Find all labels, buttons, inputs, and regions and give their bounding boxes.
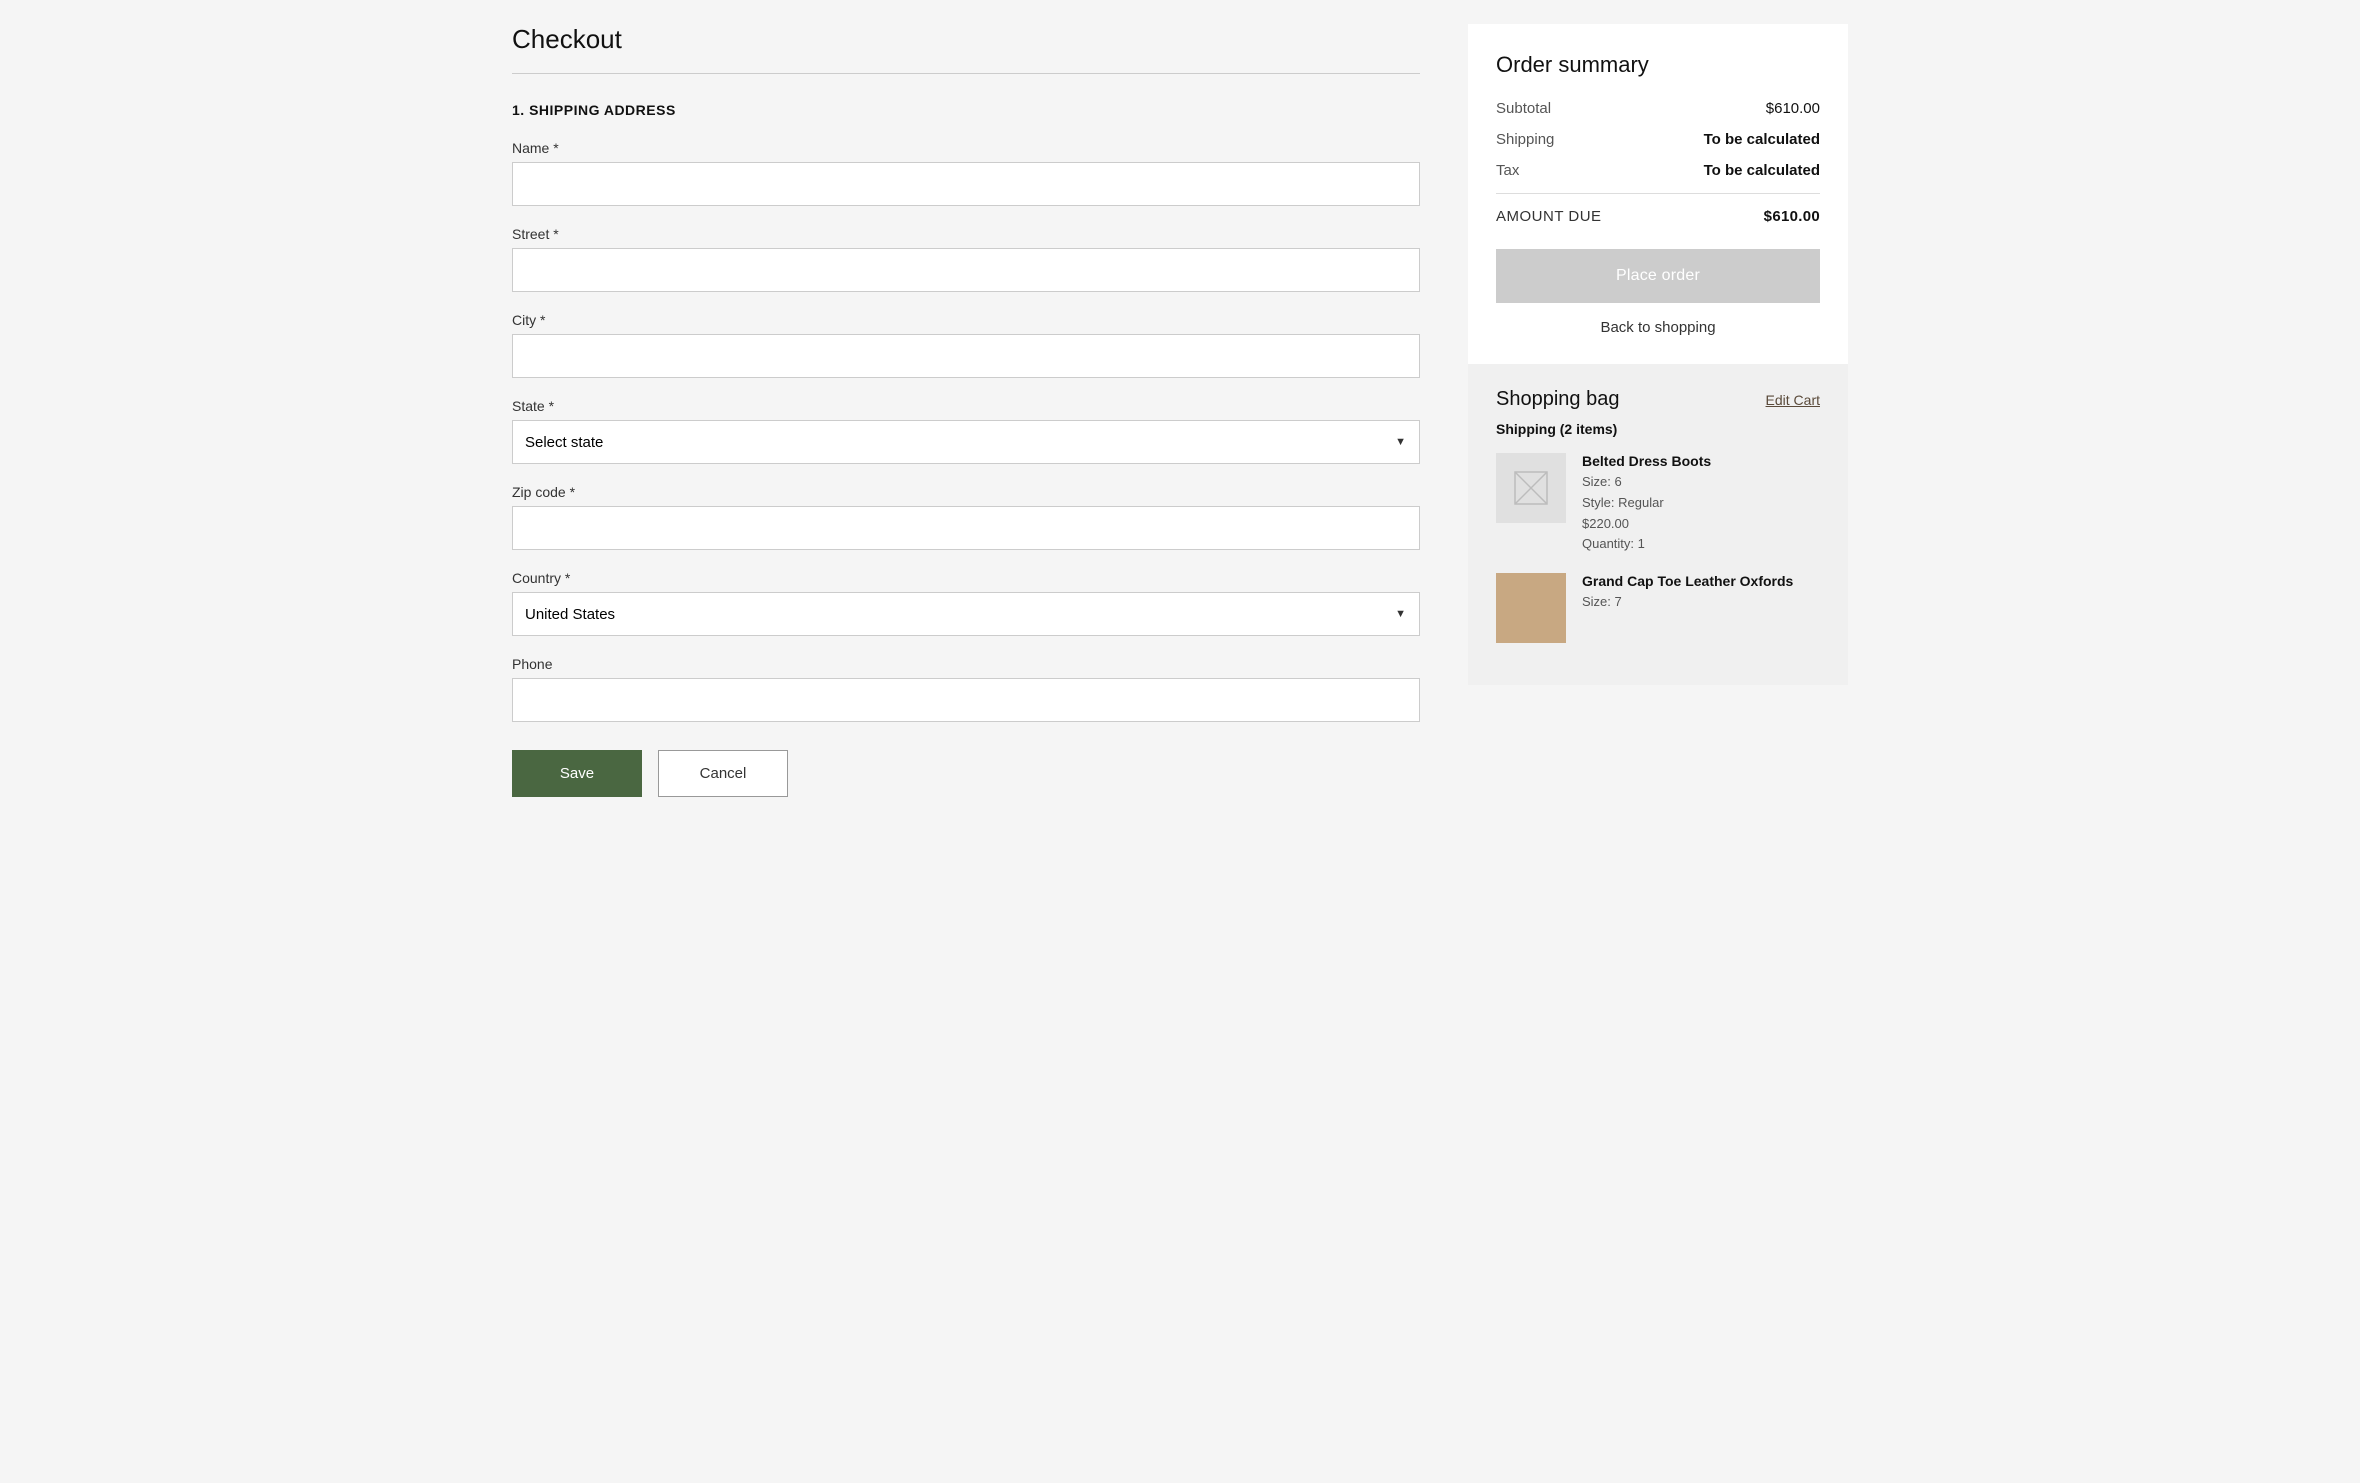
subtotal-row: Subtotal $610.00 <box>1496 100 1820 117</box>
city-group: City * <box>512 312 1420 378</box>
phone-input[interactable] <box>512 678 1420 722</box>
cart-item-name: Belted Dress Boots <box>1582 453 1820 469</box>
shipping-label: Shipping <box>1496 131 1554 148</box>
page-wrapper: Checkout 1. SHIPPING ADDRESS Name * Stre… <box>480 0 1880 1483</box>
cart-item-shoe-image <box>1496 573 1566 643</box>
page-title: Checkout <box>512 24 1420 55</box>
street-group: Street * <box>512 226 1420 292</box>
sidebar: Order summary Subtotal $610.00 Shipping … <box>1468 24 1848 1459</box>
state-select[interactable]: Select stateAlabamaAlaskaArizonaArkansas… <box>512 420 1420 464</box>
country-select[interactable]: United StatesCanadaUnited KingdomAustral… <box>512 592 1420 636</box>
state-label: State * <box>512 398 1420 414</box>
shopping-bag-header: Shopping bag Edit Cart <box>1496 388 1820 411</box>
shipping-address-section: 1. SHIPPING ADDRESS Name * Street * City… <box>512 102 1420 797</box>
amount-due-value: $610.00 <box>1764 208 1820 225</box>
city-input[interactable] <box>512 334 1420 378</box>
shipping-items-label: Shipping (2 items) <box>1496 421 1820 437</box>
name-group: Name * <box>512 140 1420 206</box>
cart-item-meta: Size: 7 <box>1582 592 1820 613</box>
tax-row: Tax To be calculated <box>1496 162 1820 179</box>
cart-item-details: Belted Dress Boots Size: 6 Style: Regula… <box>1582 453 1820 555</box>
back-to-shopping-link[interactable]: Back to shopping <box>1496 319 1820 336</box>
state-select-wrapper: Select stateAlabamaAlaskaArizonaArkansas… <box>512 420 1420 464</box>
phone-group: Phone <box>512 656 1420 722</box>
amount-due-row: AMOUNT DUE $610.00 <box>1496 208 1820 225</box>
cart-item-meta: Size: 6 Style: Regular $220.00 Quantity:… <box>1582 472 1820 555</box>
name-label: Name * <box>512 140 1420 156</box>
phone-label: Phone <box>512 656 1420 672</box>
form-actions: Save Cancel <box>512 750 1420 797</box>
subtotal-label: Subtotal <box>1496 100 1551 117</box>
image-placeholder-icon <box>1513 470 1549 506</box>
country-select-wrapper: United StatesCanadaUnited KingdomAustral… <box>512 592 1420 636</box>
subtotal-value: $610.00 <box>1766 100 1820 117</box>
cart-item-image-placeholder <box>1496 453 1566 523</box>
zip-group: Zip code * <box>512 484 1420 550</box>
zip-input[interactable] <box>512 506 1420 550</box>
section-title: 1. SHIPPING ADDRESS <box>512 102 1420 118</box>
main-content: Checkout 1. SHIPPING ADDRESS Name * Stre… <box>512 24 1420 1459</box>
order-summary-title: Order summary <box>1496 52 1820 78</box>
save-button[interactable]: Save <box>512 750 642 797</box>
country-label: Country * <box>512 570 1420 586</box>
section-divider <box>512 73 1420 74</box>
cart-item-name: Grand Cap Toe Leather Oxfords <box>1582 573 1820 589</box>
tax-value: To be calculated <box>1704 162 1820 179</box>
zip-label: Zip code * <box>512 484 1420 500</box>
shipping-row: Shipping To be calculated <box>1496 131 1820 148</box>
order-divider <box>1496 193 1820 194</box>
cart-item: Grand Cap Toe Leather Oxfords Size: 7 <box>1496 573 1820 643</box>
cart-item: Belted Dress Boots Size: 6 Style: Regula… <box>1496 453 1820 555</box>
name-input[interactable] <box>512 162 1420 206</box>
order-summary-card: Order summary Subtotal $610.00 Shipping … <box>1468 24 1848 364</box>
shopping-bag-card: Shopping bag Edit Cart Shipping (2 items… <box>1468 364 1848 685</box>
shopping-bag-title: Shopping bag <box>1496 388 1619 411</box>
shipping-value: To be calculated <box>1704 131 1820 148</box>
cart-item-details: Grand Cap Toe Leather Oxfords Size: 7 <box>1582 573 1820 643</box>
street-label: Street * <box>512 226 1420 242</box>
edit-cart-link[interactable]: Edit Cart <box>1766 392 1820 408</box>
cancel-button[interactable]: Cancel <box>658 750 788 797</box>
state-group: State * Select stateAlabamaAlaskaArizona… <box>512 398 1420 464</box>
amount-due-label: AMOUNT DUE <box>1496 208 1602 225</box>
city-label: City * <box>512 312 1420 328</box>
tax-label: Tax <box>1496 162 1519 179</box>
place-order-button[interactable]: Place order <box>1496 249 1820 303</box>
street-input[interactable] <box>512 248 1420 292</box>
country-group: Country * United StatesCanadaUnited King… <box>512 570 1420 636</box>
